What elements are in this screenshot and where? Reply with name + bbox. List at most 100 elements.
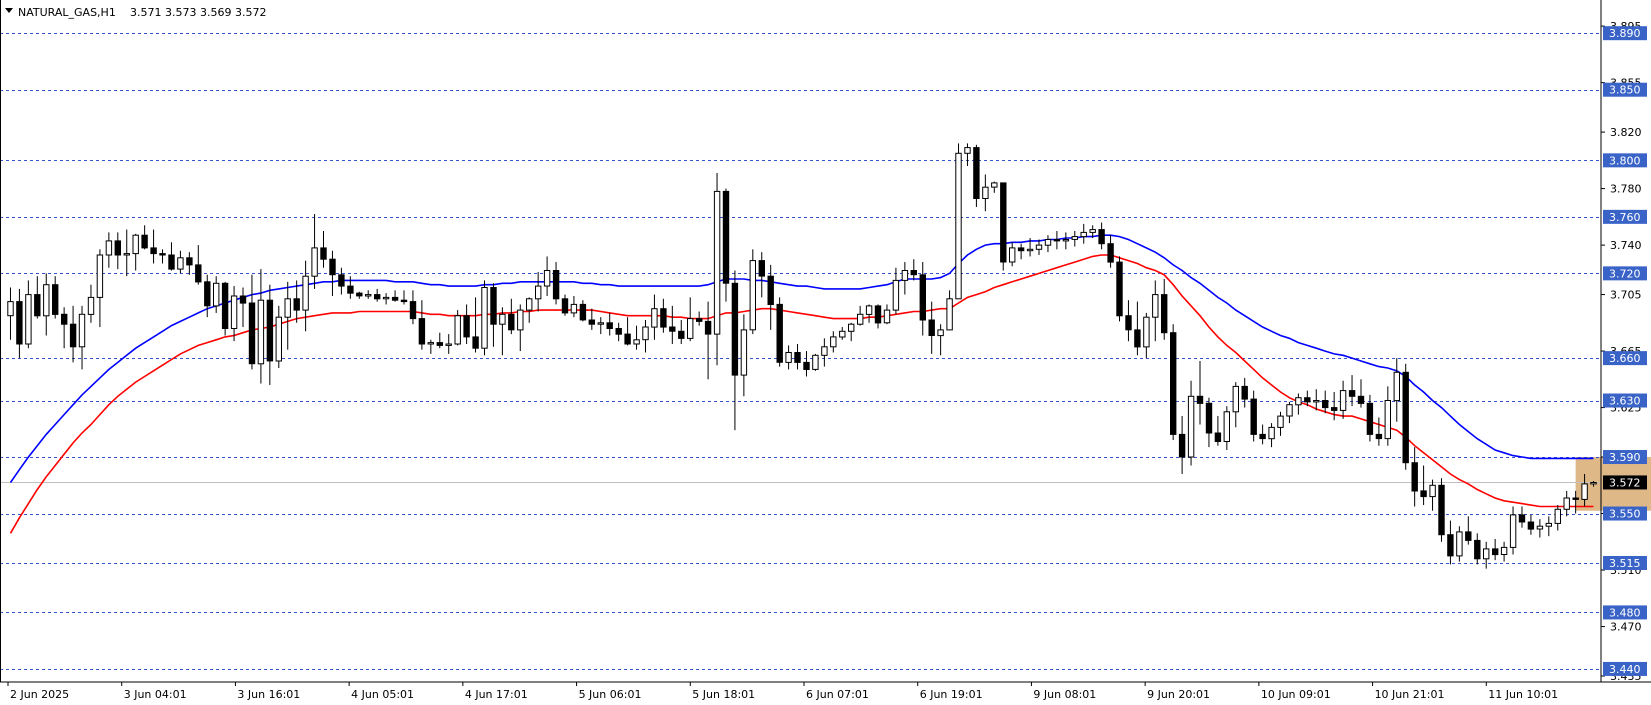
candle-body-bull: [687, 318, 694, 339]
candle-body-bull: [1545, 522, 1552, 527]
candle-body-bear: [356, 292, 363, 297]
x-tick-label: 11 Jun 10:01: [1488, 688, 1558, 701]
candle-body-bull: [499, 313, 506, 325]
candle-body-bear: [1572, 497, 1579, 500]
y-tick-label: 3.705: [1610, 289, 1642, 302]
candle: [955, 143, 962, 300]
candle-body-bull: [865, 305, 873, 315]
level-price-tag-label: 3.440: [1609, 663, 1641, 676]
candle-body-bear: [1017, 247, 1025, 252]
candle-body-bear: [660, 308, 667, 328]
candle-body-bull: [1035, 244, 1043, 250]
candle: [1170, 324, 1177, 441]
candle-body-bear: [928, 319, 935, 336]
candle: [973, 144, 980, 207]
price-chart[interactable]: 3.8953.8553.8203.7803.7403.7053.6653.625…: [0, 0, 1651, 705]
candle-body-bear: [508, 313, 515, 331]
candle-body-bear: [561, 298, 569, 314]
candle-body-bear: [678, 330, 685, 339]
candle-body-bull: [481, 287, 488, 349]
candle: [1000, 182, 1007, 271]
candle-body-bear: [186, 257, 193, 266]
candle-body-bear: [1366, 402, 1374, 435]
candle: [776, 297, 783, 367]
x-tick-label: 9 Jun 20:01: [1147, 688, 1210, 701]
candle-body-bear: [1107, 243, 1114, 263]
candle-body-bull: [749, 260, 756, 331]
candle-body-bull: [1590, 482, 1597, 485]
candle-body-bear: [776, 303, 783, 363]
candle-body-bear: [615, 328, 622, 335]
candle-body-bear: [973, 147, 980, 200]
level-price-tag-label: 3.550: [1609, 508, 1641, 521]
x-tick-label: 10 Jun 21:01: [1375, 688, 1445, 701]
x-tick-label: 3 Jun 16:01: [237, 688, 300, 701]
candle-body-bear: [34, 294, 41, 317]
candle-body-bull: [1509, 514, 1517, 548]
candle-body-bear: [1348, 390, 1356, 397]
candle-body-bull: [1152, 294, 1159, 318]
candle-body-bull: [1071, 236, 1078, 240]
candle-body-bull: [1062, 239, 1070, 242]
candle-body-bear: [704, 320, 712, 335]
candle-body-bull: [651, 308, 658, 328]
candle-body-bull: [454, 315, 461, 345]
candle-body-bull: [543, 270, 551, 287]
candle-body-bull: [365, 294, 372, 297]
candle-body-bear: [758, 260, 765, 277]
candle-body-bear: [1116, 261, 1123, 317]
candle-body-bear: [400, 299, 408, 303]
candle-body-bear: [1053, 239, 1061, 242]
candle-body-bear: [159, 253, 166, 256]
candle-body-bull: [982, 186, 989, 199]
candle-body-bear: [248, 302, 256, 365]
x-tick-label: 4 Jun 05:01: [351, 688, 414, 701]
candle-body-bear: [1125, 315, 1132, 331]
candle-body-bull: [1232, 385, 1239, 413]
candle-body-bull: [839, 330, 846, 338]
candle-body-bear: [1250, 398, 1257, 435]
candle-body-bull: [1187, 395, 1195, 458]
candle-body-bear: [114, 240, 121, 256]
candle-body-bear: [195, 264, 202, 283]
candle-body-bull: [284, 298, 291, 318]
candle-body-bear: [320, 247, 327, 260]
y-tick-label: 3.780: [1610, 183, 1642, 196]
candle-body-bear: [1098, 229, 1105, 245]
candle-body-bull: [570, 303, 578, 314]
x-tick-label: 5 Jun 06:01: [579, 688, 642, 701]
candle-body-bull: [901, 270, 909, 281]
candle-body-bull: [427, 342, 435, 345]
candle-body-bull: [1009, 247, 1016, 263]
candle-body-bear: [1375, 433, 1383, 440]
candle-body-bull: [132, 234, 139, 255]
candle-body-bear: [1411, 462, 1418, 492]
candle-body-bear: [624, 333, 631, 345]
candle-body-bull: [964, 147, 971, 154]
level-price-tag-label: 3.760: [1609, 211, 1641, 224]
candle-body-bear: [722, 190, 730, 284]
candle-body-bull: [177, 257, 184, 270]
candle-body-bear: [1161, 294, 1168, 334]
candle-body-bull: [713, 190, 721, 335]
candle: [749, 249, 756, 335]
level-price-tag-label: 3.590: [1609, 451, 1641, 464]
candle-body-bull: [955, 152, 962, 300]
level-price-tag-label: 3.515: [1609, 557, 1641, 570]
candle-body-bull: [1393, 371, 1400, 402]
candle-body-bull: [105, 240, 113, 256]
candle-body-bear: [141, 234, 148, 249]
candle-body-bull: [302, 275, 309, 311]
candle-body-bull: [1339, 390, 1347, 411]
ohlc-readout: 3.571 3.573 3.569 3.572: [130, 6, 266, 19]
candle-body-bear: [1170, 332, 1177, 435]
chart-header: NATURAL_GAS,H1 3.571 3.573 3.569 3.572: [5, 6, 266, 19]
x-tick-label: 6 Jun 07:01: [806, 688, 869, 701]
candle-body-bear: [1178, 433, 1186, 458]
candle: [481, 280, 488, 356]
candle-body-bull: [812, 354, 819, 370]
candle-body-bear: [606, 322, 613, 329]
candle-body-bear: [436, 342, 444, 346]
candle: [1456, 526, 1463, 562]
candle-body-bear: [910, 270, 917, 276]
